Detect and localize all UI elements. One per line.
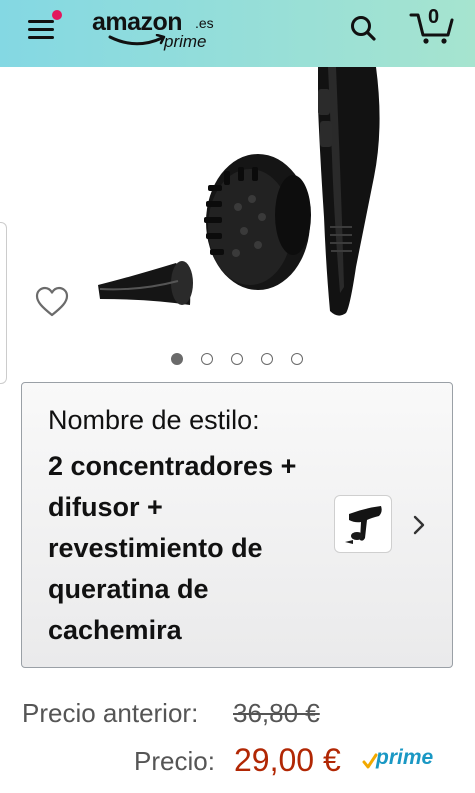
logo-tld: .es xyxy=(195,15,214,31)
prime-badge-text: prime xyxy=(376,746,434,769)
heart-icon xyxy=(35,286,69,317)
pagination-dot-3[interactable] xyxy=(231,353,243,365)
menu-icon-bar xyxy=(28,36,54,39)
wishlist-button[interactable] xyxy=(34,285,70,319)
price-label: Precio: xyxy=(134,746,215,776)
cart-button[interactable]: 0 xyxy=(408,6,456,46)
menu-button[interactable] xyxy=(28,10,62,44)
pagination-dot-2[interactable] xyxy=(201,353,213,365)
search-button[interactable] xyxy=(346,12,380,44)
style-selector[interactable]: Nombre de estilo: 2 concentradores + dif… xyxy=(21,382,453,668)
chevron-right-icon xyxy=(413,515,425,535)
cart-count: 0 xyxy=(428,6,440,28)
menu-icon xyxy=(28,20,54,23)
style-value: 2 concentradores + difusor + revestimien… xyxy=(48,451,297,645)
style-label: Nombre de estilo: xyxy=(48,405,260,435)
prime-badge: prime xyxy=(362,746,442,772)
product-image-gallery[interactable] xyxy=(0,67,475,384)
notification-dot xyxy=(52,10,62,20)
previous-price-value: 36,80 € xyxy=(233,698,320,728)
previous-image-tab[interactable] xyxy=(0,222,7,384)
pagination-dot-4[interactable] xyxy=(261,353,273,365)
previous-price-label: Precio anterior: xyxy=(22,698,199,728)
logo-prime: prime xyxy=(164,32,207,51)
pagination-dot-1[interactable] xyxy=(171,353,183,365)
style-swatch-thumbnail[interactable] xyxy=(334,495,392,553)
logo-smile-icon xyxy=(108,34,166,46)
menu-icon-bar xyxy=(28,28,54,31)
pagination-dot-5[interactable] xyxy=(291,353,303,365)
hair-dryer-thumbnail xyxy=(345,506,382,544)
top-header: amazon .es prime 0 xyxy=(0,0,475,67)
previous-price-row: Precio anterior: 36,80 € xyxy=(22,698,320,729)
amazon-prime-logo[interactable]: amazon .es prime xyxy=(92,4,220,54)
search-icon xyxy=(351,16,376,41)
product-image xyxy=(98,67,380,316)
price-value: 29,00 € xyxy=(234,742,341,778)
